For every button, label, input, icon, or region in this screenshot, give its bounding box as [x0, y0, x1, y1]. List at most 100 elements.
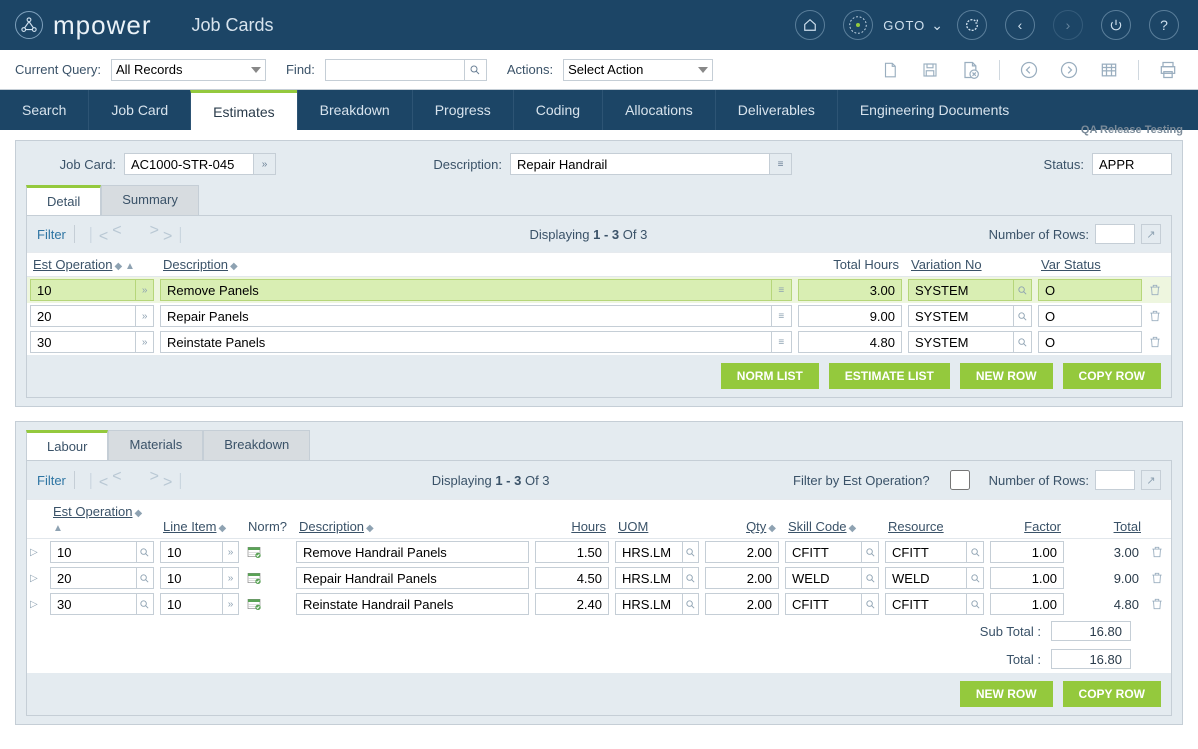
labour-uom-input[interactable]	[615, 567, 682, 589]
ops-popout-icon[interactable]: ↗	[1141, 224, 1161, 244]
tab-estimates[interactable]: Estimates	[190, 90, 296, 130]
labour-factor-input[interactable]	[990, 593, 1064, 615]
ops-varno-lookup-icon[interactable]	[1013, 331, 1032, 353]
tab-engineering-documents[interactable]: Engineering Documents	[837, 90, 1031, 130]
labour-skill-lookup-icon[interactable]	[861, 593, 879, 615]
ops-first-icon[interactable]: ｜<	[83, 222, 108, 246]
ops-row-delete-icon[interactable]	[1145, 277, 1171, 304]
labour-resource-input[interactable]	[885, 541, 966, 563]
ops-varstatus-input[interactable]	[1038, 305, 1142, 327]
find-search-icon[interactable]	[465, 59, 487, 81]
goto-target-icon[interactable]	[843, 10, 873, 40]
actions-select[interactable]: Select Action	[563, 59, 713, 81]
labour-skill-lookup-icon[interactable]	[861, 567, 879, 589]
description-memo-icon[interactable]: ≡	[770, 153, 792, 175]
ops-op-lookup-icon[interactable]: »	[135, 331, 154, 353]
ops-desc-input[interactable]	[160, 331, 771, 353]
labour-uom-lookup-icon[interactable]	[682, 593, 699, 615]
labour-row-delete-icon[interactable]	[1147, 565, 1171, 591]
record-next-icon[interactable]	[1056, 57, 1082, 83]
labour-hours-input[interactable]	[535, 567, 609, 589]
ops-varstatus-input[interactable]	[1038, 331, 1142, 353]
tab-search[interactable]: Search	[0, 90, 88, 130]
labour-line-lookup-icon[interactable]: »	[222, 541, 239, 563]
tab-allocations[interactable]: Allocations	[602, 90, 715, 130]
labour-last-icon[interactable]: >｜	[163, 468, 188, 492]
ops-hours-input[interactable]	[798, 279, 902, 301]
labour-resource-lookup-icon[interactable]	[966, 541, 984, 563]
ops-varno-lookup-icon[interactable]	[1013, 279, 1032, 301]
labour-line-input[interactable]	[160, 541, 222, 563]
ops-tab-detail[interactable]: Detail	[26, 185, 101, 215]
ops-op-lookup-icon[interactable]: »	[135, 279, 154, 301]
ops-varstatus-input[interactable]	[1038, 279, 1142, 301]
labour-qty-input[interactable]	[705, 593, 779, 615]
goto-chevron-down-icon[interactable]: ⌄	[931, 17, 943, 34]
labour-op-input[interactable]	[50, 541, 136, 563]
tab-progress[interactable]: Progress	[412, 90, 513, 130]
ops-op-input[interactable]	[30, 305, 135, 327]
labour-line-input[interactable]	[160, 567, 222, 589]
nav-back-icon[interactable]: ‹	[1005, 10, 1035, 40]
labour-row-expand-icon[interactable]: ▷	[27, 591, 47, 617]
ops-desc-input[interactable]	[160, 305, 771, 327]
labour-new-row-button[interactable]: NEW ROW	[960, 681, 1053, 707]
copy-row-button[interactable]: COPY ROW	[1063, 363, 1161, 389]
power-icon[interactable]	[1101, 10, 1131, 40]
labour-next-icon[interactable]: >	[150, 468, 159, 492]
labour-factor-input[interactable]	[990, 567, 1064, 589]
labour-num-rows-input[interactable]	[1095, 470, 1135, 490]
labour-uom-lookup-icon[interactable]	[682, 567, 699, 589]
save-icon[interactable]	[917, 57, 943, 83]
labour-op-lookup-icon[interactable]	[136, 593, 154, 615]
labour-desc-input[interactable]	[296, 593, 529, 615]
tab-deliverables[interactable]: Deliverables	[715, 90, 837, 130]
ops-hours-input[interactable]	[798, 305, 902, 327]
job-card-detail-icon[interactable]: »	[254, 153, 276, 175]
ops-last-icon[interactable]: >｜	[163, 222, 188, 246]
labour-norm-icon[interactable]	[245, 595, 263, 613]
labour-hours-input[interactable]	[535, 541, 609, 563]
clear-doc-icon[interactable]	[957, 57, 983, 83]
labour-copy-row-button[interactable]: COPY ROW	[1063, 681, 1161, 707]
labour-desc-input[interactable]	[296, 567, 529, 589]
description-input[interactable]	[510, 153, 770, 175]
labour-qty-input[interactable]	[705, 567, 779, 589]
labour-op-lookup-icon[interactable]	[136, 541, 154, 563]
labour-filter-by-op-checkbox[interactable]	[940, 470, 980, 490]
labour-tab-labour[interactable]: Labour	[26, 430, 108, 460]
refresh-icon[interactable]	[957, 10, 987, 40]
ops-op-lookup-icon[interactable]: »	[135, 305, 154, 327]
labour-op-lookup-icon[interactable]	[136, 567, 154, 589]
print-icon[interactable]	[1155, 57, 1181, 83]
estimate-list-button[interactable]: ESTIMATE LIST	[829, 363, 950, 389]
ops-varno-input[interactable]	[908, 331, 1013, 353]
labour-filter-link[interactable]: Filter	[37, 473, 66, 488]
labour-uom-input[interactable]	[615, 541, 682, 563]
labour-norm-icon[interactable]	[245, 569, 263, 587]
labour-row-expand-icon[interactable]: ▷	[27, 539, 47, 566]
ops-varno-input[interactable]	[908, 305, 1013, 327]
ops-num-rows-input[interactable]	[1095, 224, 1135, 244]
ops-prev-icon[interactable]: <	[112, 222, 121, 246]
grid-icon[interactable]	[1096, 57, 1122, 83]
new-doc-icon[interactable]	[877, 57, 903, 83]
record-prev-icon[interactable]	[1016, 57, 1042, 83]
ops-tab-summary[interactable]: Summary	[101, 185, 199, 215]
labour-row-delete-icon[interactable]	[1147, 591, 1171, 617]
labour-popout-icon[interactable]: ↗	[1141, 470, 1161, 490]
status-input[interactable]	[1092, 153, 1172, 175]
ops-desc-memo-icon[interactable]: ≡	[771, 279, 792, 301]
labour-row-delete-icon[interactable]	[1147, 539, 1171, 566]
labour-uom-lookup-icon[interactable]	[682, 541, 699, 563]
labour-tab-materials[interactable]: Materials	[108, 430, 203, 460]
labour-norm-icon[interactable]	[245, 543, 263, 561]
labour-resource-input[interactable]	[885, 567, 966, 589]
tab-breakdown[interactable]: Breakdown	[297, 90, 412, 130]
ops-desc-memo-icon[interactable]: ≡	[771, 331, 792, 353]
ops-hours-input[interactable]	[798, 331, 902, 353]
ops-filter-link[interactable]: Filter	[37, 227, 66, 242]
labour-resource-lookup-icon[interactable]	[966, 593, 984, 615]
nav-forward-icon[interactable]: ›	[1053, 10, 1083, 40]
labour-op-input[interactable]	[50, 567, 136, 589]
